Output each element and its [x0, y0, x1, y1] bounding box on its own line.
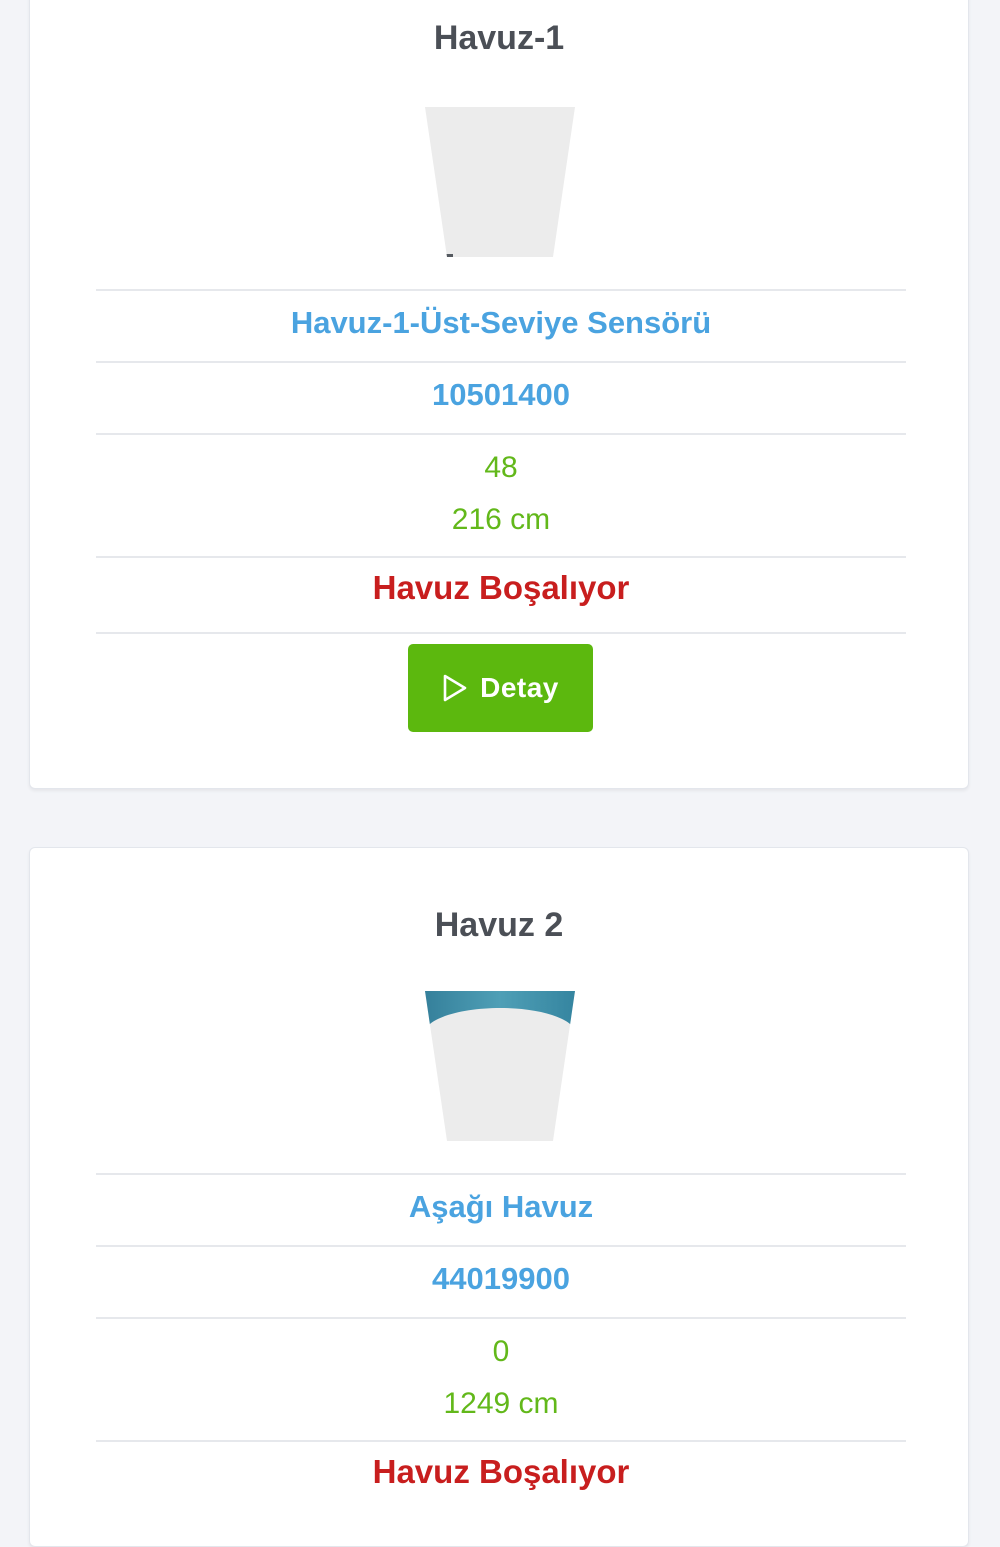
play-outline-icon [442, 673, 468, 703]
tank-level-gauge [425, 991, 575, 1141]
sensor-distance: 216 cm [451, 503, 551, 536]
sensor-name-link[interactable]: Havuz-1-Üst-Seviye Sensörü [96, 305, 906, 341]
tank-level-gauge [425, 107, 575, 257]
detail-button[interactable]: Detay [408, 644, 593, 732]
pool-status: Havuz Boşalıyor [372, 1453, 630, 1490]
divider [96, 632, 906, 634]
detail-button-label: Detay [480, 672, 559, 703]
pool-card-2: Havuz 2 Aşağı Havuz 44019900 0 1249 cm H… [29, 847, 969, 1547]
sensor-name-link[interactable]: Aşağı Havuz [96, 1189, 906, 1225]
pool-title: Havuz-1 [433, 19, 565, 57]
divider [96, 1440, 906, 1442]
sensor-distance: 1249 cm [443, 1387, 559, 1420]
pool-card-1: Havuz-1 Havuz-1-Üst-Seviye Sensörü 10501… [29, 0, 969, 789]
pool-title: Havuz 2 [434, 906, 564, 944]
sensor-id-link[interactable]: 10501400 [96, 377, 906, 413]
divider [96, 433, 906, 435]
pool-status: Havuz Boşalıyor [372, 569, 630, 606]
divider [96, 1317, 906, 1319]
divider [96, 1245, 906, 1247]
sensor-id-link[interactable]: 44019900 [96, 1261, 906, 1297]
divider [96, 361, 906, 363]
divider [96, 1173, 906, 1175]
divider [96, 556, 906, 558]
sensor-value: 48 [484, 451, 518, 484]
divider [96, 289, 906, 291]
sensor-value: 0 [492, 1335, 510, 1368]
